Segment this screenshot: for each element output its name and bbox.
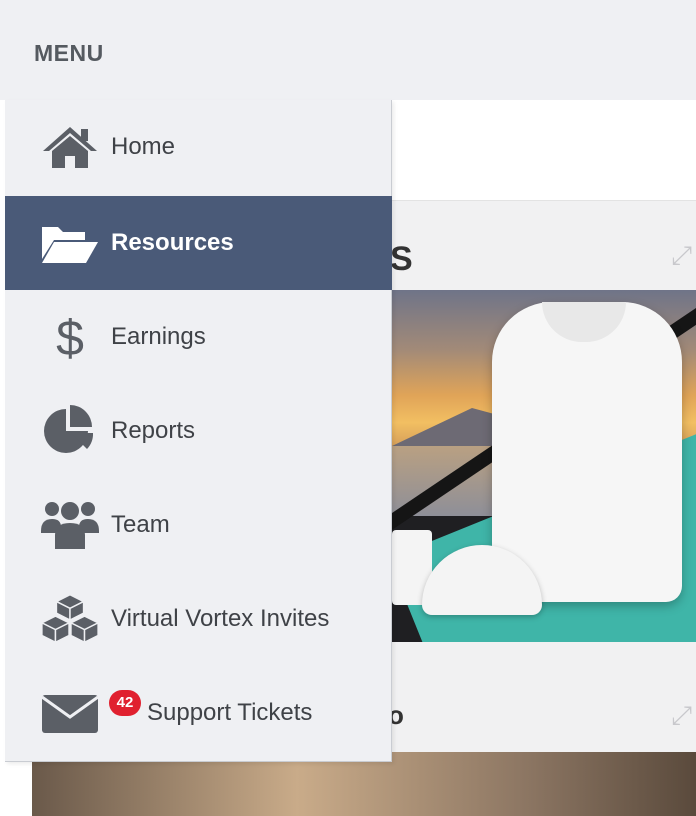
- home-icon: [39, 116, 101, 178]
- nav-item-team[interactable]: Team: [5, 478, 392, 572]
- nav-label-resources: Resources: [111, 229, 234, 256]
- cubes-icon: [39, 588, 101, 650]
- nav-label-virtual-vortex-invites: Virtual Vortex Invites: [111, 605, 330, 632]
- menu-title: MENU: [34, 40, 104, 66]
- nav-label-support-tickets: Support Tickets: [147, 699, 313, 726]
- expand-icon[interactable]: ⤢: [671, 240, 692, 272]
- nav-label-reports: Reports: [111, 417, 196, 444]
- promo-image: [392, 290, 696, 642]
- pie-chart-icon: [39, 400, 101, 462]
- nav-label-earnings: Earnings: [111, 323, 206, 350]
- envelope-icon: [39, 682, 101, 744]
- nav-item-home[interactable]: Home: [5, 100, 392, 194]
- nav-label-home: Home: [111, 133, 176, 160]
- svg-text:$: $: [56, 310, 84, 365]
- nav-item-virtual-vortex-invites[interactable]: Virtual Vortex Invites: [5, 572, 392, 666]
- nav-label-team: Team: [111, 511, 170, 538]
- users-icon: [39, 494, 101, 556]
- nav-item-earnings[interactable]: $ Earnings: [5, 290, 392, 384]
- background-card-header: [392, 200, 696, 290]
- top-bar: MENU: [0, 0, 696, 100]
- background-card-header-2: [392, 642, 696, 752]
- nav-item-support-tickets[interactable]: 42 Support Tickets: [5, 666, 392, 760]
- side-menu-drawer: Home Resources $ Earnings Reports Team V…: [5, 100, 392, 762]
- background-card-title-fragment: S: [390, 240, 413, 278]
- expand-icon-2[interactable]: ⤢: [671, 700, 692, 732]
- nav-item-resources[interactable]: Resources: [5, 196, 392, 290]
- notification-count-badge: 42: [109, 690, 141, 716]
- nav-item-reports[interactable]: Reports: [5, 384, 392, 478]
- dollar-icon: $: [39, 306, 101, 368]
- folder-open-icon: [39, 212, 101, 274]
